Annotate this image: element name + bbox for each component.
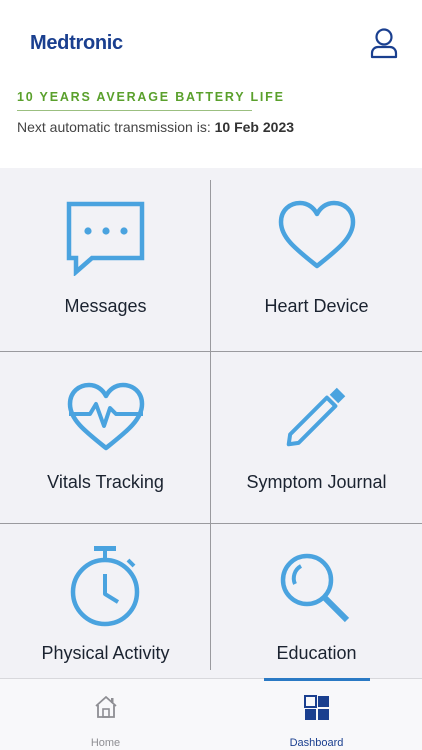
pencil-icon <box>286 387 345 447</box>
tab-label: Home <box>90 737 121 749</box>
message-icon <box>66 201 144 276</box>
tab-bar: Home Dashboard <box>0 678 422 750</box>
header: Medtronic 10 YEARS AVERAGE BATTERY LIFE … <box>0 0 422 168</box>
tile-heart-device[interactable]: Heart Device <box>211 168 422 340</box>
home-icon <box>94 696 117 718</box>
dashboard-grid-icon <box>303 695 329 720</box>
tab-dashboard[interactable]: Dashboard <box>211 679 422 750</box>
magnifier-icon <box>280 553 349 623</box>
transmission-prefix: Next automatic transmission is: <box>17 119 215 135</box>
tile-symptom-journal[interactable]: Symptom Journal <box>211 352 422 524</box>
dashboard-grid: Messages Heart Device Vitals Tracking Sy… <box>0 168 422 678</box>
tile-label: Symptom Journal <box>246 472 387 492</box>
tile-label: Messages <box>64 296 147 316</box>
tile-vitals-tracking[interactable]: Vitals Tracking <box>0 352 211 524</box>
tile-label: Vitals Tracking <box>47 472 164 492</box>
transmission-date: 10 Feb 2023 <box>214 119 295 135</box>
grid-divider-vertical <box>210 180 211 670</box>
grid-divider-horizontal <box>0 351 422 352</box>
heart-pulse-icon <box>67 382 144 451</box>
heart-icon <box>278 200 355 269</box>
grid-divider-horizontal <box>0 523 422 524</box>
tab-home[interactable]: Home <box>0 679 211 750</box>
divider <box>17 110 252 111</box>
tile-label: Physical Activity <box>41 643 170 663</box>
tile-messages[interactable]: Messages <box>0 168 211 340</box>
selected-tab-indicator <box>264 678 370 681</box>
tile-label: Heart Device <box>264 296 369 316</box>
battery-life-text: 10 YEARS AVERAGE BATTERY LIFE <box>17 90 285 104</box>
tile-label: Education <box>276 643 357 663</box>
transmission-info: Next automatic transmission is: 10 Feb 2… <box>17 119 294 135</box>
stopwatch-icon <box>70 546 139 627</box>
profile-icon[interactable] <box>368 26 400 60</box>
tab-label: Dashboard <box>289 737 344 749</box>
medtronic-logo: Medtronic <box>30 32 123 54</box>
